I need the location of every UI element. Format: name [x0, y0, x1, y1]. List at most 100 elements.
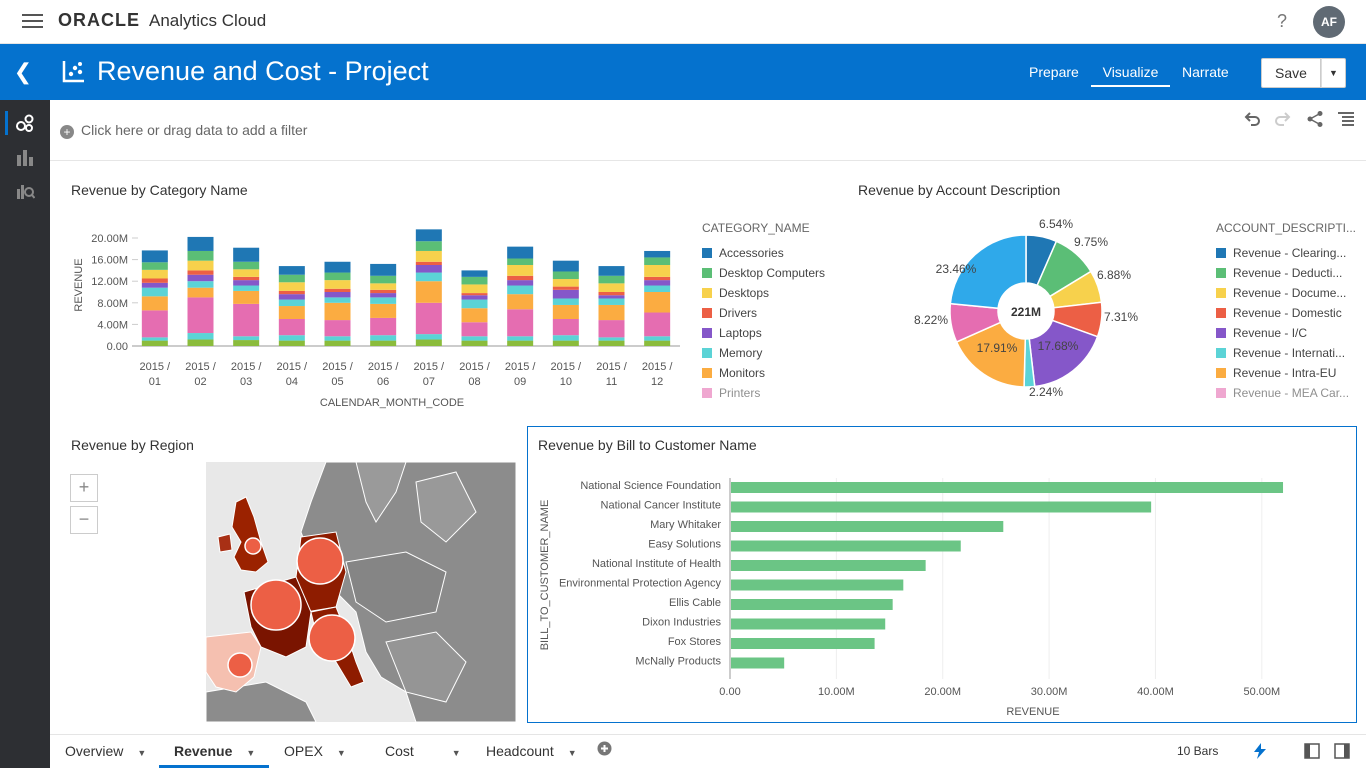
tab-revenue-chevron-down-icon[interactable]: ▼: [246, 748, 255, 758]
account-legend-item[interactable]: Revenue - Docume...: [1216, 286, 1346, 300]
account-legend-item[interactable]: Revenue - Domestic: [1216, 306, 1342, 320]
x-axis-title: CALENDAR_MONTH_CODE: [320, 397, 464, 409]
auto-refresh-lightning-icon[interactable]: [1253, 743, 1267, 759]
save-button[interactable]: Save: [1261, 58, 1321, 88]
add-filter-text: Click here or drag data to add a filter: [81, 122, 308, 138]
category-legend-item[interactable]: Printers: [702, 386, 760, 400]
donut-center-total: 221M: [1011, 305, 1041, 319]
x-tick-label-month: 01: [149, 376, 161, 388]
stacked-bar-segment: [278, 319, 305, 336]
tab-opex-chevron-down-icon[interactable]: ▼: [337, 748, 346, 758]
account-legend-item[interactable]: Revenue - MEA Car...: [1216, 386, 1349, 400]
add-canvas-button[interactable]: [597, 741, 612, 759]
save-dropdown-chevron-icon[interactable]: ▼: [1321, 58, 1346, 88]
stacked-bar-segment: [187, 274, 214, 282]
share-icon[interactable]: [1306, 110, 1324, 128]
stacked-bar-segment: [461, 340, 488, 346]
stacked-bar-segment: [415, 241, 442, 251]
y-category-label: Environmental Protection Agency: [559, 578, 722, 590]
x-tick-label-month: 02: [194, 376, 206, 388]
donut-slice-label: 23.46%: [936, 262, 977, 276]
account-legend-item[interactable]: Revenue - Intra-EU: [1216, 366, 1336, 380]
category-legend-swatch: [702, 328, 712, 338]
tab-headcount[interactable]: Headcount ▼: [486, 743, 577, 759]
category-legend-swatch: [702, 388, 712, 398]
customer-bar: [731, 501, 1152, 513]
x-tick-label-year: 2015 /: [322, 361, 354, 373]
stacked-bar-segment: [187, 270, 214, 275]
y-tick-label: 20.00M: [91, 233, 128, 245]
stacked-bar-segment: [552, 298, 579, 305]
stacked-bar-segment: [644, 292, 671, 313]
stacked-bar-segment: [187, 260, 214, 271]
stacked-bar-segment: [461, 284, 488, 294]
redo-icon[interactable]: [1274, 110, 1292, 128]
x-tick-label-year: 2015 /: [277, 361, 309, 373]
stacked-bar-segment: [644, 340, 671, 346]
category-legend-item[interactable]: Desktop Computers: [702, 266, 825, 280]
category-legend-swatch: [702, 348, 712, 358]
zoom-in-button[interactable]: +: [70, 474, 98, 502]
stacked-bar-segment: [507, 280, 534, 286]
tab-cost[interactable]: Cost ▼: [385, 743, 461, 759]
toggle-left-panel-icon[interactable]: [1304, 743, 1320, 759]
account-legend-item[interactable]: Revenue - I/C: [1216, 326, 1307, 340]
donut-slice-label: 7.31%: [1104, 310, 1138, 324]
stacked-bar-segment: [324, 320, 351, 337]
add-filter-area[interactable]: + Click here or drag data to add a filter: [60, 122, 307, 139]
category-legend-swatch: [702, 308, 712, 318]
rail-visualizations[interactable]: [0, 142, 50, 172]
stacked-bar-segment: [507, 275, 534, 281]
x-tick-label: 20.00M: [924, 686, 961, 698]
category-stacked-bar-chart[interactable]: 0.00 4.00M 8.00M 12.00M 16.00M 20.00M REVENUE 2…: [60, 220, 690, 415]
avatar[interactable]: AF: [1313, 6, 1345, 38]
customer-horizontal-bar-chart[interactable]: 0.00 10.00M 20.00M 30.00M 40.00M 50.00M Nation…: [530, 470, 1350, 720]
category-legend-item[interactable]: Accessories: [702, 246, 784, 260]
back-chevron-icon[interactable]: ❮: [0, 44, 46, 100]
stacked-bar-segment: [278, 282, 305, 291]
stacked-bar-segment: [370, 263, 397, 276]
tab-cost-chevron-down-icon[interactable]: ▼: [452, 748, 461, 758]
category-legend-item[interactable]: Drivers: [702, 306, 757, 320]
account-legend-item[interactable]: Revenue - Deducti...: [1216, 266, 1342, 280]
category-legend-item[interactable]: Desktops: [702, 286, 769, 300]
x-tick-label-month: 12: [651, 376, 663, 388]
rail-data-elements[interactable]: [0, 108, 50, 138]
category-legend-item[interactable]: Monitors: [702, 366, 765, 380]
account-legend-label: Revenue - Internati...: [1233, 346, 1346, 360]
category-legend-item[interactable]: Memory: [702, 346, 762, 360]
stacked-bar-segment: [141, 287, 168, 297]
toggle-right-panel-icon[interactable]: [1334, 743, 1350, 759]
stacked-bar-segment: [507, 285, 534, 295]
stacked-bar-segment: [461, 295, 488, 300]
account-legend-item[interactable]: Revenue - Clearing...: [1216, 246, 1346, 260]
nav-visualize[interactable]: Visualize: [1091, 64, 1170, 87]
tab-opex[interactable]: OPEX ▼: [284, 743, 346, 759]
stacked-bar-segment: [324, 340, 351, 346]
tab-overview[interactable]: Overview ▼: [65, 743, 146, 759]
hamburger-menu-icon[interactable]: [22, 14, 43, 29]
category-legend-item[interactable]: Laptops: [702, 326, 762, 340]
zoom-out-button[interactable]: −: [70, 506, 98, 534]
y-axis-title: BILL_TO_CUSTOMER_NAME: [539, 500, 551, 651]
region-map[interactable]: [206, 462, 516, 722]
x-tick-label: 10.00M: [818, 686, 855, 698]
nav-prepare[interactable]: Prepare: [1029, 64, 1079, 80]
category-legend-swatch: [702, 368, 712, 378]
tab-revenue[interactable]: Revenue ▼: [174, 743, 255, 759]
stacked-bar-segment: [461, 293, 488, 296]
help-icon[interactable]: ?: [1277, 11, 1287, 32]
nav-narrate[interactable]: Narrate: [1182, 64, 1229, 80]
tab-overview-chevron-down-icon[interactable]: ▼: [137, 748, 146, 758]
rail-analytics[interactable]: [0, 176, 50, 206]
stacked-bar-segment: [507, 294, 534, 310]
stacked-bar-segment: [278, 340, 305, 346]
tab-headcount-chevron-down-icon[interactable]: ▼: [568, 748, 577, 758]
account-legend-item[interactable]: Revenue - Internati...: [1216, 346, 1345, 360]
undo-icon[interactable]: [1243, 110, 1261, 128]
account-donut-chart[interactable]: 6.54%9.75% 6.88% 7.31% 17.68% 2.24% 17.91% 8.2…: [900, 210, 1180, 410]
account-legend-label: Revenue - Domestic: [1233, 306, 1342, 320]
menu-list-icon[interactable]: [1337, 110, 1355, 128]
x-tick-label-month: 06: [377, 376, 389, 388]
x-tick-label-month: 10: [560, 376, 572, 388]
